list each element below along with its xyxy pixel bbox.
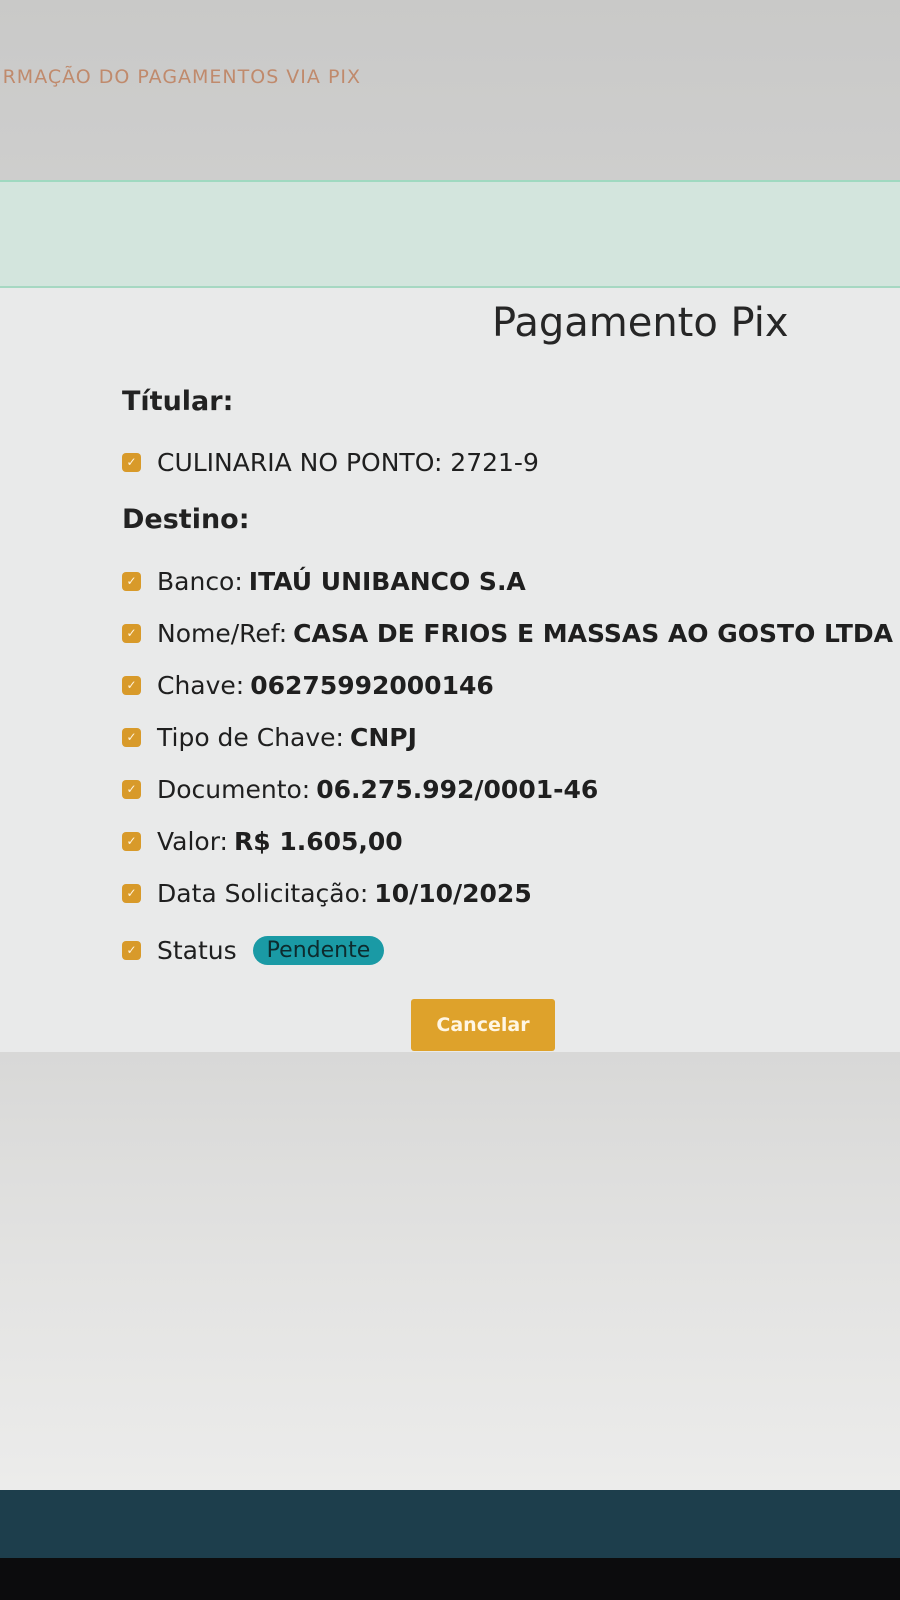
destino-item-valor: ✓ Valor: R$ 1.605,00 [122,826,403,856]
status-label: Status [157,935,237,965]
top-band [0,0,900,180]
item-value: ITAÚ UNIBANCO S.A [248,566,526,596]
check-icon: ✓ [122,623,141,643]
titular-item: ✓ CULINARIA NO PONTO: 2721-9 [122,447,539,477]
check-icon: ✓ [122,883,141,903]
item-value: 06.275.992/0001-46 [316,774,599,804]
item-label: Chave: [157,670,245,700]
destino-item-status: ✓ Status Pendente [122,935,385,965]
lower-area [0,1052,900,1490]
item-value: CNPJ [349,722,417,752]
destino-item-data: ✓ Data Solicitação: 10/10/2025 [122,878,532,908]
screen-bezel [0,1558,900,1600]
check-icon: ✓ [122,727,141,747]
check-icon: ✓ [122,452,141,472]
check-icon: ✓ [122,940,141,960]
check-icon: ✓ [122,675,141,695]
item-value: R$ 1.605,00 [233,826,403,856]
titular-label: Títular: [122,386,234,417]
titular-value: CULINARIA NO PONTO: 2721-9 [157,447,539,477]
item-value: 10/10/2025 [374,878,532,908]
item-label: Valor: [157,826,228,856]
item-label: Data Solicitação: [157,878,369,908]
check-icon: ✓ [122,779,141,799]
destino-item-nome: ✓ Nome/Ref: CASA DE FRIOS E MASSAS AO GO… [122,618,893,648]
destino-item-banco: ✓ Banco: ITAÚ UNIBANCO S.A [122,566,526,596]
footer-bar [0,1490,900,1558]
item-label: Documento: [157,774,311,804]
item-label: Tipo de Chave: [157,722,344,752]
destino-label: Destino: [122,504,250,535]
info-banner [0,180,900,288]
page-heading: IRMAÇÃO DO PAGAMENTOS VIA PIX [0,66,362,88]
item-label: Banco: [157,566,243,596]
destino-item-tipo-chave: ✓ Tipo de Chave: CNPJ [122,722,417,752]
item-label: Nome/Ref: [157,618,288,648]
check-icon: ✓ [122,831,141,851]
card-title: Pagamento Pix [492,300,789,346]
cancel-button[interactable]: Cancelar [411,999,555,1051]
check-icon: ✓ [122,571,141,591]
destino-item-chave: ✓ Chave: 06275992000146 [122,670,494,700]
item-value: 06275992000146 [250,670,494,700]
status-badge: Pendente [252,935,385,965]
destino-item-documento: ✓ Documento: 06.275.992/0001-46 [122,774,598,804]
item-value: CASA DE FRIOS E MASSAS AO GOSTO LTDA [293,618,893,648]
